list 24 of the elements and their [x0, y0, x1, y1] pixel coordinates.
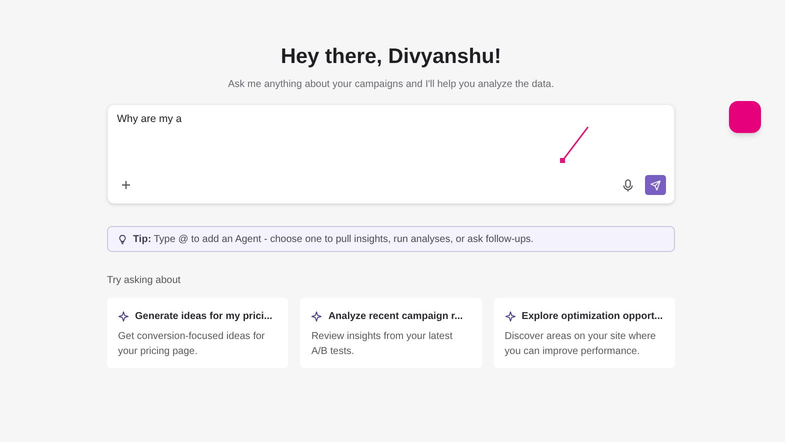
suggestion-card[interactable]: Analyze recent campaign r... Review insights from your latest A/B tests. [300, 298, 482, 368]
message-input[interactable]: Why are my a [117, 113, 666, 127]
sparkle-icon [504, 311, 516, 322]
send-icon [650, 180, 661, 190]
suggestion-title: Generate ideas for my prici... [135, 310, 272, 324]
cursor-marker [729, 101, 761, 133]
sparkle-icon [311, 311, 322, 322]
suggestion-card[interactable]: Generate ideas for my prici... Get conversion-focused ideas for your pricing page. [107, 298, 288, 368]
tip-text: Tip: Type @ to add an Agent - choose one to pull insights, run analyses, or ask follow-ups. [133, 232, 534, 246]
suggestions-label: Try asking about [107, 274, 182, 288]
plus-icon[interactable] [121, 180, 131, 190]
sparkle-icon [118, 311, 129, 322]
microphone-icon[interactable] [622, 178, 634, 192]
send-button[interactable] [645, 175, 666, 195]
suggestion-title: Analyze recent campaign r... [328, 310, 463, 324]
pointer-drawing [559, 126, 591, 164]
subtitle-text: Ask me anything about your campaigns and I'll help you analyze the data. [228, 78, 554, 92]
suggestion-description: Review insights from your latest A/B tests. [311, 330, 454, 359]
greeting-heading: Hey there, Divyanshu! [280, 44, 502, 70]
suggestion-description: Get conversion-focused ideas for your pricing page. [118, 330, 266, 359]
lightbulb-icon [117, 234, 128, 244]
suggestion-card[interactable]: Explore optimization opport... Discover areas on your site where you can improve performance. [494, 298, 675, 368]
suggestion-title: Explore optimization opport... [522, 310, 663, 324]
suggestion-description: Discover areas on your site where you can improve performance. [504, 330, 657, 359]
